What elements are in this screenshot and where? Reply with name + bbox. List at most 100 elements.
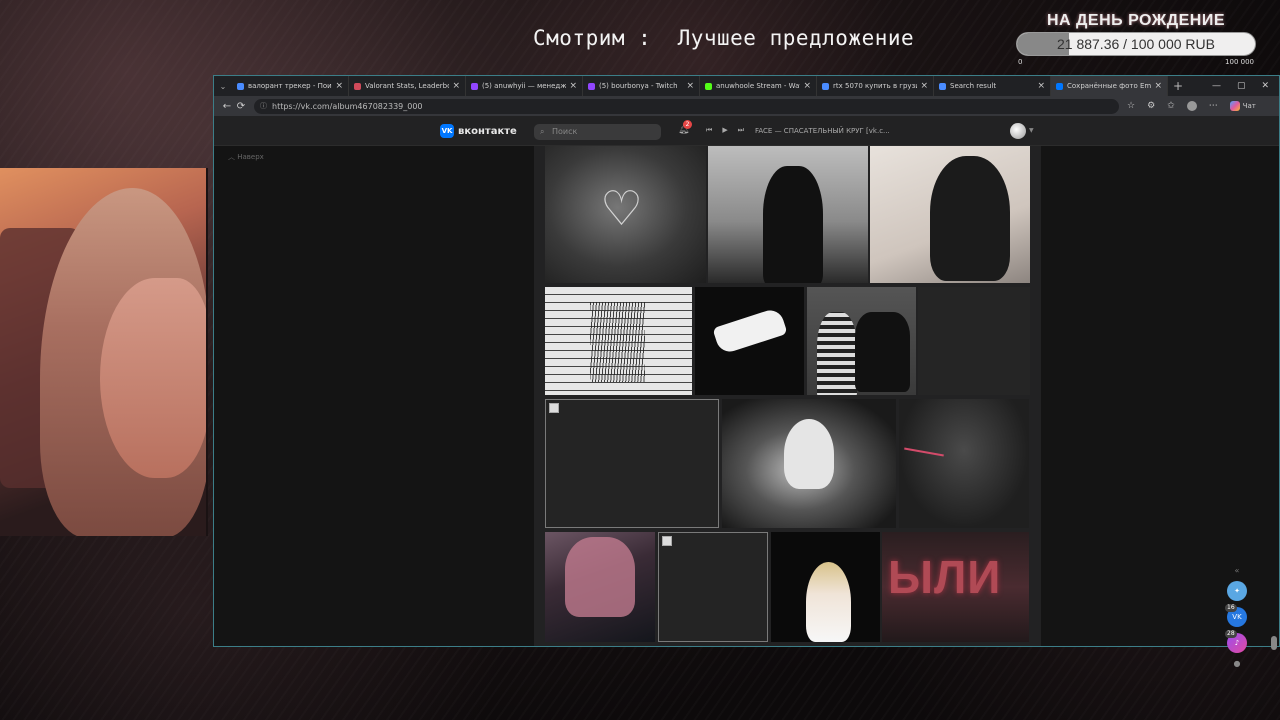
photo-figure	[565, 537, 635, 617]
previous-track-icon[interactable]: ⏮	[706, 126, 712, 135]
music-widget-icon[interactable]: ♪ 28	[1225, 630, 1247, 653]
browser-tab[interactable]: Search result ×	[934, 76, 1051, 96]
notifications-bell-icon[interactable]: 🔔︎ 2	[678, 120, 692, 135]
photo-thumbnail[interactable]	[899, 399, 1029, 528]
browser-tab[interactable]: Valorant Stats, Leaderboards×	[349, 76, 466, 96]
minimize-icon[interactable]: —	[1212, 81, 1221, 91]
vk-logo-text: вконтакте	[458, 125, 517, 137]
scroll-to-top-label: Наверх	[237, 153, 264, 161]
reload-icon[interactable]: ⟳	[234, 101, 248, 112]
now-playing-track[interactable]: FACE — СПАСАТЕЛЬНЫЙ КРУГ [vk.c...	[755, 127, 890, 135]
vk-messenger-icon[interactable]: VK 16	[1225, 604, 1247, 627]
search-icon	[939, 82, 946, 90]
favorites-icon[interactable]: ✩	[1167, 101, 1175, 111]
maximize-icon[interactable]: ▢	[1237, 81, 1246, 91]
vk-logo[interactable]: VK вконтакте	[440, 124, 517, 138]
side-widgets: « ✦ VK 16 ♪ 28 ●	[1225, 566, 1247, 668]
toolbar-right: ☆ ⚙ ✩ ⋯ Чат	[1127, 101, 1256, 111]
user-avatar[interactable]	[1010, 123, 1026, 139]
close-tab-icon[interactable]: ×	[335, 81, 343, 91]
browser-tab[interactable]: anuwhoole Stream - Watch×	[700, 76, 817, 96]
photo-thumbnail[interactable]	[918, 287, 1030, 395]
photo-silhouette	[763, 166, 823, 283]
chat-label: Чат	[1242, 102, 1256, 110]
tab-label: Search result	[950, 82, 997, 90]
photo-thumbnail[interactable]	[708, 146, 868, 283]
url-text: https://vk.com/album467082339_000	[272, 101, 423, 111]
browser-tab[interactable]: (5) bourbonya - Twitch ×	[583, 76, 700, 96]
next-track-icon[interactable]: ⏭	[738, 126, 744, 135]
heart-lights-icon: ♡	[600, 181, 644, 237]
photo-thumbnail[interactable]	[695, 287, 804, 395]
tab-label: валорант трекер - Поиск	[248, 82, 333, 90]
play-icon[interactable]: ▶	[722, 126, 727, 135]
photo-thumbnail[interactable]: ЫЛИ	[882, 532, 1029, 642]
vk-page: VK вконтакте ⌕ Поиск 🔔︎ 2 ⏮ ▶ ⏭ FACE — С…	[214, 116, 1279, 668]
donation-scale-max: 100 000	[1225, 58, 1254, 66]
photo-thumbnail[interactable]	[771, 532, 880, 642]
close-tab-icon[interactable]: ×	[686, 81, 694, 91]
photo-thumbnail[interactable]	[870, 146, 1030, 283]
broken-image-thumbnail[interactable]	[658, 532, 768, 642]
photo-figure	[806, 562, 851, 642]
search-icon: ⌕	[540, 127, 545, 136]
window-controls: — ▢ ✕	[1212, 81, 1279, 91]
vk-search-placeholder: Поиск	[552, 127, 578, 136]
bird-widget-icon[interactable]: ✦	[1227, 581, 1247, 601]
extensions-icon[interactable]: ⚙	[1147, 101, 1155, 111]
close-tab-icon[interactable]: ×	[1037, 81, 1045, 91]
photo-thumbnail[interactable]: ♡	[545, 146, 706, 283]
close-tab-icon[interactable]: ×	[1154, 81, 1162, 91]
stream-title: Смотрим : Лучшее предложение	[533, 26, 915, 50]
webcam-person-face	[100, 278, 206, 478]
tab-label: (5) anuwhyii — менеджер	[482, 82, 567, 90]
new-tab-button[interactable]: +	[1168, 79, 1188, 93]
tracker-icon	[354, 82, 361, 90]
broken-image-thumbnail[interactable]	[545, 399, 719, 528]
back-icon[interactable]: ←	[220, 101, 234, 112]
kick-icon	[705, 82, 712, 90]
search-icon	[237, 82, 244, 90]
donation-title: НА ДЕНЬ РОЖДЕНИЕ	[1046, 12, 1226, 29]
bookmark-star-icon[interactable]: ☆	[1127, 101, 1135, 111]
photo-thumbnail[interactable]	[807, 287, 916, 395]
tab-label: (5) bourbonya - Twitch	[599, 82, 678, 90]
close-tab-icon[interactable]: ×	[920, 81, 928, 91]
photo-thumbnail[interactable]	[545, 287, 692, 395]
donation-scale-min: 0	[1018, 58, 1023, 66]
photo-backpack	[855, 312, 910, 392]
url-field[interactable]: ⓘ https://vk.com/album467082339_000	[254, 98, 1119, 114]
tab-label: Valorant Stats, Leaderboards	[365, 82, 449, 90]
address-bar-row: ← ⟳ ⓘ https://vk.com/album467082339_000 …	[214, 96, 1279, 116]
vk-search-input[interactable]: ⌕ Поиск	[534, 124, 661, 140]
close-tab-icon[interactable]: ×	[452, 81, 460, 91]
copilot-chat-button[interactable]: Чат	[1229, 101, 1256, 111]
site-info-icon[interactable]: ⓘ	[260, 101, 267, 111]
photo-thumbnail[interactable]	[722, 399, 896, 528]
browser-tab[interactable]: (5) anuwhyii — менеджер ×	[466, 76, 583, 96]
scroll-to-top-button[interactable]: ︿ Наверх	[228, 152, 264, 162]
chevron-down-icon[interactable]: ▼	[1029, 127, 1034, 134]
collapse-icon[interactable]: «	[1235, 566, 1240, 575]
photo-figure	[817, 312, 857, 395]
browser-tab[interactable]: rtx 5070 купить в грузии ×	[817, 76, 934, 96]
webcam-feed	[0, 168, 208, 536]
vk-count-badge: 16	[1225, 604, 1237, 612]
scrollbar-thumb[interactable]	[1271, 636, 1277, 650]
close-tab-icon[interactable]: ×	[803, 81, 811, 91]
browser-tab[interactable]: валорант трекер - Поиск ×	[232, 76, 349, 96]
browser-tab[interactable]: Сохранённые фото Emma×	[1051, 76, 1168, 96]
close-window-icon[interactable]: ✕	[1261, 81, 1269, 91]
more-menu-icon[interactable]: ⋯	[1209, 101, 1218, 111]
close-tab-icon[interactable]: ×	[569, 81, 577, 91]
chat-bubble-icon[interactable]: ●	[1234, 659, 1241, 668]
profile-avatar[interactable]	[1186, 101, 1197, 111]
tabs-list: валорант трекер - Поиск × Valorant Stats, …	[232, 76, 1168, 96]
audio-player-controls: ⏮ ▶ ⏭	[706, 126, 744, 135]
tab-label: anuwhoole Stream - Watch	[716, 82, 800, 90]
tab-search-menu-icon[interactable]: ⌄	[214, 82, 232, 91]
page-scrollbar[interactable]	[1271, 156, 1277, 686]
donation-scale: 0 100 000	[1016, 58, 1256, 66]
photo-thumbnail[interactable]	[545, 532, 655, 642]
photo-red-line	[904, 447, 944, 457]
